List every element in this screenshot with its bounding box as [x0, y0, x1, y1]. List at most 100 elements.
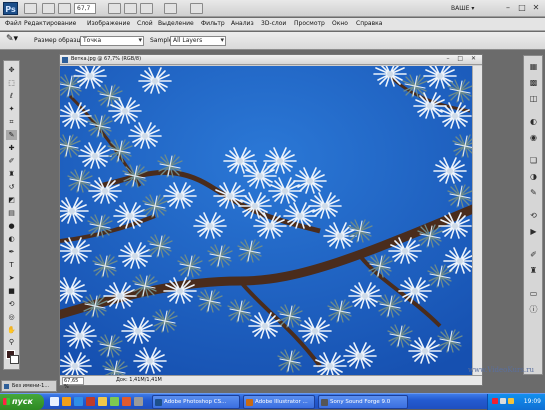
image-canvas[interactable] — [60, 66, 472, 375]
menu-edit[interactable]: Редактирование — [24, 20, 76, 27]
menu-3d[interactable]: 3D-слои — [261, 20, 286, 27]
hand-tool-icon[interactable] — [108, 3, 121, 14]
move-icon[interactable]: ✥ — [6, 65, 17, 75]
clock[interactable]: 19:09 — [524, 398, 541, 405]
icq-icon[interactable] — [110, 397, 119, 406]
healing-icon[interactable]: ✚ — [6, 143, 17, 153]
menu-window[interactable]: Окно — [332, 20, 348, 27]
brushes-panel-icon[interactable]: ✐ — [527, 249, 540, 261]
arrange-documents-icon[interactable] — [58, 3, 71, 14]
opera-icon[interactable] — [86, 397, 95, 406]
workspace-switcher[interactable]: ВАШЕ ▾ — [451, 3, 495, 14]
menu-image[interactable]: Изображение — [87, 20, 130, 27]
sample-size-label: Размер образца: — [34, 37, 87, 44]
menu-layer[interactable]: Слой — [137, 20, 153, 27]
sample-layers-select[interactable]: All Layers — [170, 36, 226, 46]
tray-network-icon[interactable] — [500, 398, 506, 404]
menu-filter[interactable]: Фильтр — [201, 20, 225, 27]
info-panel-icon[interactable]: ⓘ — [527, 304, 540, 316]
photoshop-task-icon — [155, 399, 162, 406]
ie-icon[interactable] — [74, 397, 83, 406]
start-button[interactable]: пуск — [0, 394, 44, 410]
minimize-button[interactable]: – — [503, 3, 513, 13]
styles-panel-icon[interactable]: ◫ — [527, 93, 540, 105]
view-extras-icon[interactable] — [42, 3, 55, 14]
media-player-icon[interactable] — [122, 397, 131, 406]
tray-antivirus-icon[interactable] — [492, 398, 498, 404]
explorer-icon[interactable] — [98, 397, 107, 406]
history-panel-icon[interactable]: ⟲ — [527, 210, 540, 222]
document-size-info[interactable]: Док: 1,41М/1,41М — [116, 377, 162, 383]
task-sound-forge-label: Sony Sound Forge 9.0 — [330, 399, 391, 405]
menu-file[interactable]: Файл — [5, 20, 22, 27]
3d-camera-icon[interactable]: ◎ — [6, 312, 17, 322]
background-color-swatch[interactable] — [10, 355, 19, 364]
3d-rotate-icon[interactable]: ⟲ — [6, 299, 17, 309]
sample-size-select[interactable]: Точка — [80, 36, 144, 46]
task-illustrator[interactable]: Adobe Illustrator ... — [243, 395, 315, 409]
status-zoom-field[interactable]: 67,65 % — [62, 377, 84, 390]
brush-icon[interactable]: ✐ — [6, 156, 17, 166]
shape-icon[interactable]: ■ — [6, 286, 17, 296]
eraser-icon[interactable]: ◩ — [6, 195, 17, 205]
eyedropper-tool-icon[interactable]: ✎▾ — [6, 34, 18, 44]
navigator-panel-icon[interactable]: ▭ — [527, 288, 540, 300]
task-sound-forge[interactable]: Sony Sound Forge 9.0 — [318, 395, 408, 409]
task-photoshop-label: Adobe Photoshop CS... — [164, 399, 227, 405]
quick-select-icon[interactable]: ✦ — [6, 104, 17, 114]
vertical-scrollbar[interactable] — [472, 66, 482, 375]
actions-panel-icon[interactable]: ▶ — [527, 226, 540, 238]
frosty-pine-branch-photo — [60, 66, 472, 375]
task-photoshop[interactable]: Adobe Photoshop CS... — [152, 395, 240, 409]
lasso-icon[interactable]: ℓ — [6, 91, 17, 101]
eyedropper-icon[interactable]: ✎ — [6, 130, 17, 140]
gradient-icon[interactable]: ▤ — [6, 208, 17, 218]
menu-select[interactable]: Выделение — [158, 20, 194, 27]
close-button[interactable]: ✕ — [531, 3, 541, 13]
crop-icon[interactable]: ⌗ — [6, 117, 17, 127]
type-icon[interactable]: T — [6, 260, 17, 270]
firefox-icon[interactable] — [62, 397, 71, 406]
dodge-icon[interactable]: ◐ — [6, 234, 17, 244]
rotate-view-icon[interactable] — [140, 3, 153, 14]
layers-panel-icon[interactable]: ❏ — [527, 155, 540, 167]
quicklaunch-expand-icon[interactable] — [134, 397, 143, 406]
windows-taskbar: пуск Adobe Photoshop CS... Adobe Illustr… — [0, 393, 545, 410]
zoom-level-field[interactable]: 67,7 — [74, 3, 96, 14]
masks-panel-icon[interactable]: ◉ — [527, 132, 540, 144]
swatches-panel-icon[interactable]: ▩ — [527, 77, 540, 89]
screen-mode-icon[interactable] — [190, 3, 203, 14]
options-bar: ✎▾ Размер образца: Точка Sample: All Lay… — [0, 32, 545, 50]
paths-panel-icon[interactable]: ✎ — [527, 187, 540, 199]
menu-view[interactable]: Просмотр — [294, 20, 325, 27]
hand-icon[interactable]: ✋ — [6, 325, 17, 335]
path-select-icon[interactable]: ➤ — [6, 273, 17, 283]
clone-source-panel-icon[interactable]: ♜ — [527, 265, 540, 277]
zoom-icon[interactable]: ⚲ — [6, 337, 17, 347]
blur-icon[interactable]: ● — [6, 221, 17, 231]
pen-icon[interactable]: ✒ — [6, 247, 17, 257]
menu-help[interactable]: Справка — [356, 20, 382, 27]
document-window-buttons[interactable]: – □ ✕ — [446, 55, 479, 62]
tray-volume-icon[interactable] — [508, 398, 514, 404]
history-brush-icon[interactable]: ↺ — [6, 182, 17, 192]
tools-panel: ✥ ⬚ ℓ ✦ ⌗ ✎ ✚ ✐ ♜ ↺ ◩ ▤ ● ◐ ✒ T ➤ ■ ⟲ ◎ … — [3, 60, 20, 370]
menu-analysis[interactable]: Анализ — [231, 20, 254, 27]
color-panel-icon[interactable]: ▦ — [527, 61, 540, 73]
application-bar: Ps 67,7 ВАШЕ ▾ – □ ✕ — [0, 0, 545, 17]
stamp-icon[interactable]: ♜ — [6, 169, 17, 179]
minimized-document[interactable]: Без имени-1... — [1, 380, 57, 392]
document-tab[interactable]: Ветка.jpg @ 67,7% (RGB/8) – □ ✕ — [60, 55, 482, 65]
maximize-button[interactable]: □ — [517, 3, 527, 13]
zoom-tool-icon[interactable] — [124, 3, 137, 14]
panel-dock: ▦ ▩ ◫ ◐ ◉ ❏ ◑ ✎ ⟲ ▶ ✐ ♜ ▭ ⓘ — [523, 55, 543, 375]
photoshop-window: Ps 67,7 ВАШЕ ▾ – □ ✕ Файл Редактирование… — [0, 0, 545, 393]
show-desktop-icon[interactable] — [50, 397, 59, 406]
marquee-icon[interactable]: ⬚ — [6, 78, 17, 88]
photoshop-logo: Ps — [3, 2, 18, 15]
adjustments-panel-icon[interactable]: ◐ — [527, 116, 540, 128]
document-title: Ветка.jpg @ 67,7% (RGB/8) — [71, 56, 142, 62]
arrange-icon[interactable] — [164, 3, 177, 14]
launch-bridge-icon[interactable] — [24, 3, 37, 14]
channels-panel-icon[interactable]: ◑ — [527, 171, 540, 183]
